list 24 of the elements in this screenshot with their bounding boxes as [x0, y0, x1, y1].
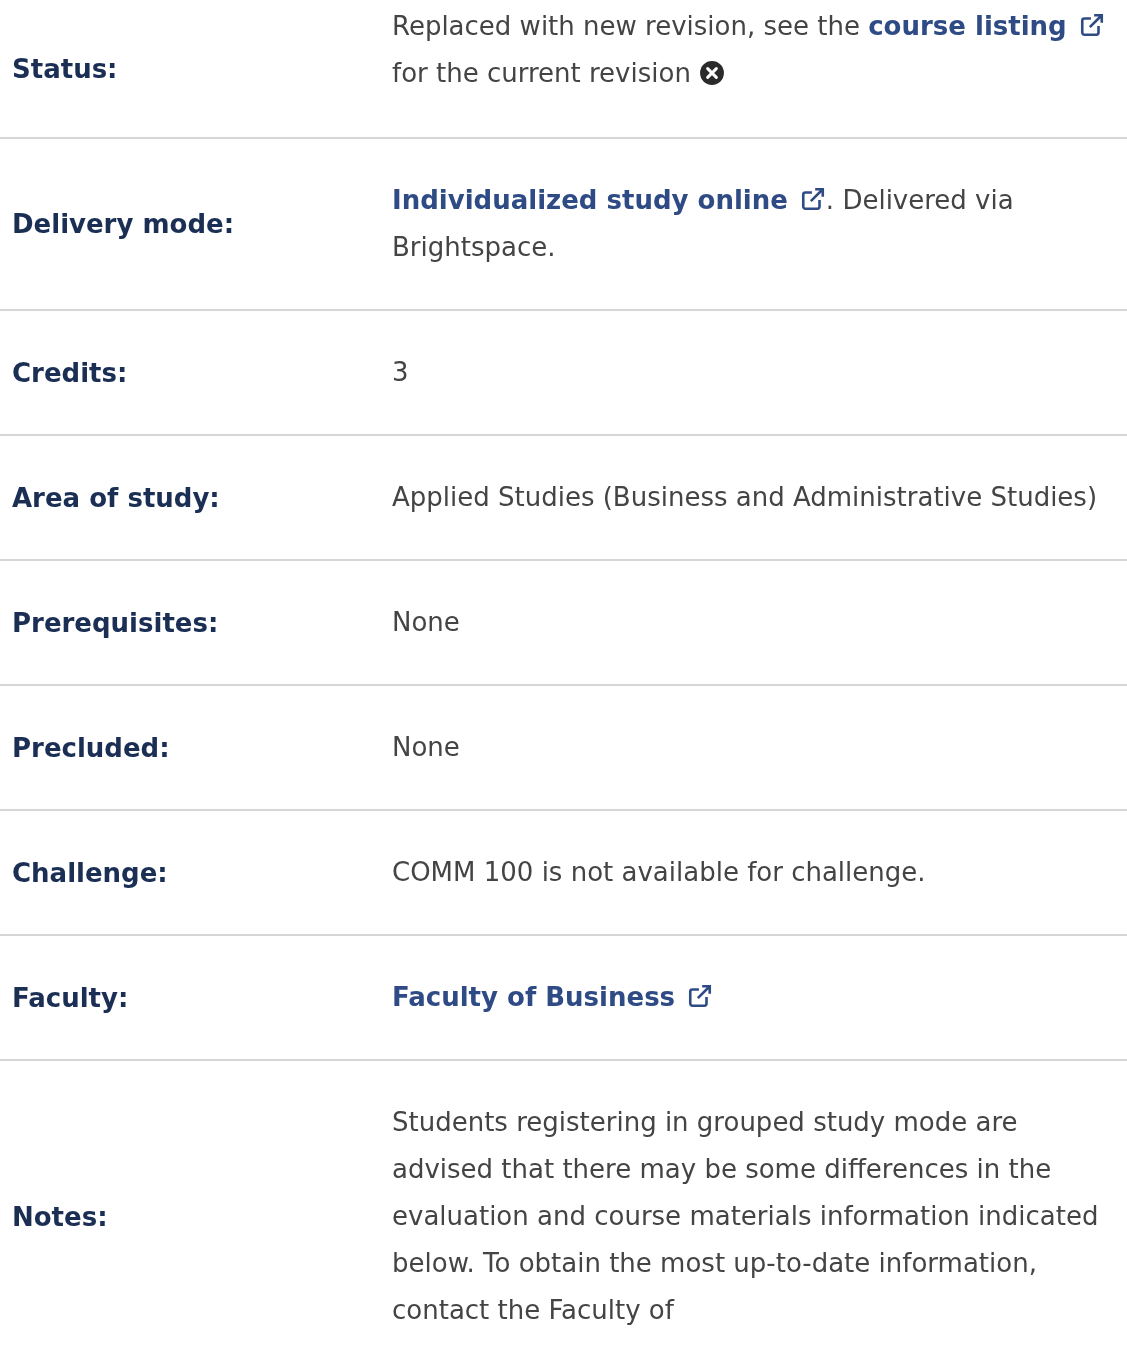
- field-label: Faculty:: [11, 982, 130, 1013]
- field-value: Students registering in grouped study mode are advised that there may be some differences in the evaluation and course materials information indicated below. To obtain the most up-to-date information, contact the Faculty of: [392, 1106, 1100, 1327]
- field-label: Precluded:: [11, 732, 171, 763]
- field-label: Notes:: [11, 1201, 109, 1232]
- field-value: None: [392, 606, 461, 639]
- close-icon[interactable]: [699, 60, 726, 86]
- field-label: Credits:: [11, 357, 129, 388]
- field-label: Challenge:: [11, 857, 169, 888]
- link[interactable]: course listing: [868, 11, 1105, 41]
- external-link-icon: [799, 186, 826, 212]
- link[interactable]: Individualized study online: [392, 185, 826, 215]
- field-value: Replaced with new revision, see the course listing for the current revision: [392, 0, 1127, 137]
- field-label: Status:: [11, 53, 119, 84]
- external-link-icon: [687, 983, 714, 1009]
- link[interactable]: Faculty of Business: [392, 982, 714, 1012]
- field-label: Prerequisites:: [11, 607, 220, 638]
- field-value: Applied Studies (Business and Administrative Studies): [392, 481, 1099, 514]
- field-value: None: [392, 731, 461, 764]
- field-value: COMM 100 is not available for challenge.: [392, 856, 927, 889]
- field-label: Area of study:: [11, 482, 221, 513]
- external-link-icon: [1078, 12, 1105, 38]
- field-value: 3: [392, 356, 410, 389]
- field-value: Individualized study online . Delivered via Brightspace.: [392, 184, 1015, 264]
- field-label: Delivery mode:: [11, 209, 236, 239]
